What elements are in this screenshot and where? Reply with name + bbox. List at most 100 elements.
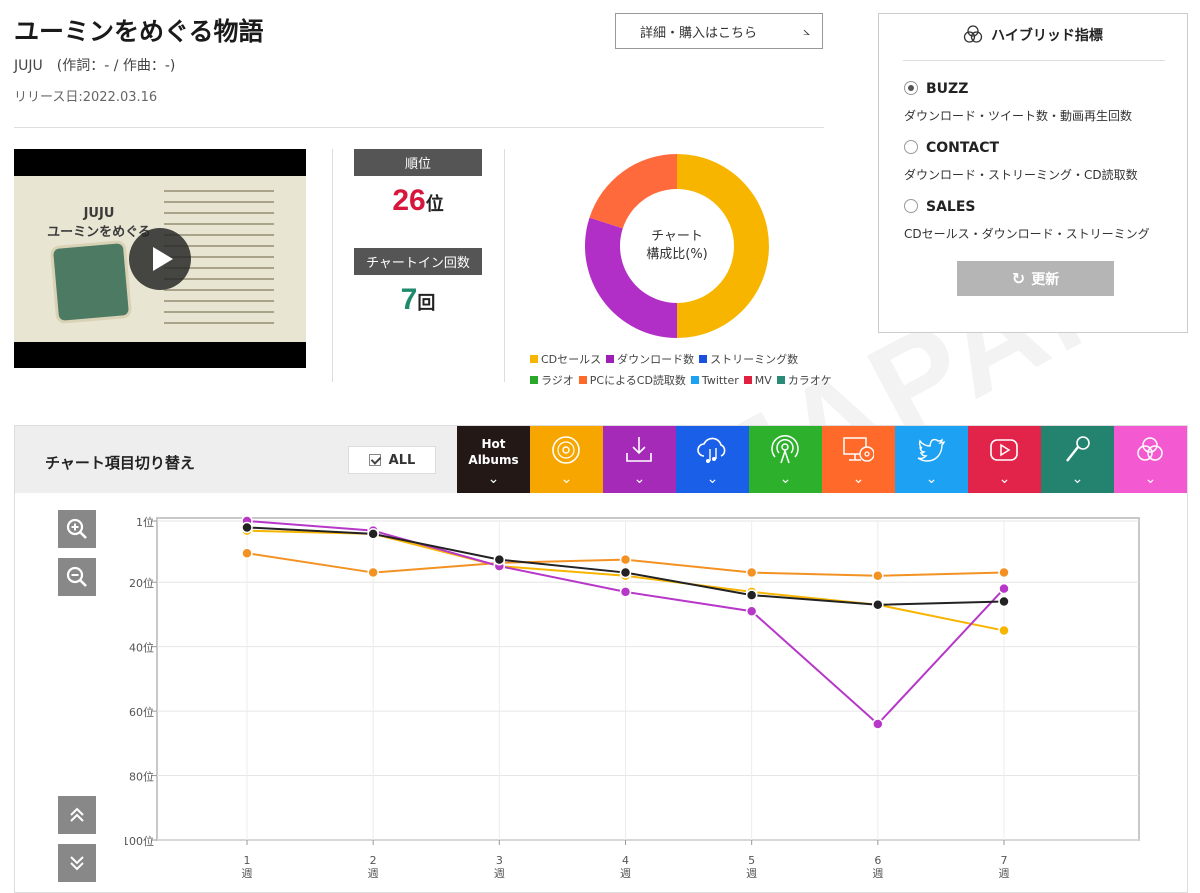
hybrid-title: ハイブリッド指標 [879, 25, 1187, 45]
data-point-3[interactable] [367, 528, 379, 540]
legend-swatch [743, 376, 752, 384]
x-tick-label: 週 [494, 867, 505, 880]
data-point-0[interactable] [998, 624, 1010, 637]
cd-icon [552, 436, 580, 464]
zoom-out-button[interactable] [58, 558, 96, 596]
data-point-3[interactable] [745, 589, 758, 601]
tab-karaoke[interactable]: ⌄ [1041, 426, 1114, 493]
legend-swatch [699, 355, 708, 363]
buy-details-label: 詳細・購入はこちら [640, 25, 758, 41]
data-point-2[interactable] [745, 605, 758, 617]
data-point-3[interactable] [241, 521, 253, 534]
mic-icon [1066, 436, 1090, 462]
refresh-button[interactable]: ↻ 更新 [957, 261, 1114, 296]
x-tick-label: 5 [748, 854, 755, 867]
x-tick-label: 6 [874, 854, 881, 867]
legend-label: ダウンロード数 [617, 353, 695, 366]
data-point-1[interactable] [619, 553, 632, 566]
tab-download[interactable]: ⌄ [603, 426, 676, 493]
tab-cd-sales[interactable]: ⌄ [530, 426, 603, 493]
rank-line-chart: 1位20位40位60位80位100位1週2週3週4週5週6週7週 [125, 515, 1140, 880]
chevron-down-icon: ⌄ [1144, 471, 1157, 487]
legend-label: CDセールス [541, 353, 602, 366]
legend-item: ストリーミング数 [699, 349, 798, 370]
buy-details-button[interactable]: 詳細・購入はこちら ⦣ [615, 13, 823, 49]
tab-hybrid[interactable]: ⌄ [1114, 426, 1187, 493]
artist-credit: JUJU (作詞：- / 作曲：-) [14, 58, 176, 74]
all-toggle[interactable]: ALL [348, 446, 436, 474]
data-point-1[interactable] [998, 566, 1010, 579]
radio-buzz[interactable] [904, 81, 918, 95]
tab-label: Hot Albums [468, 437, 519, 467]
data-point-2[interactable] [998, 582, 1010, 595]
chevron-down-icon: ⌄ [560, 471, 573, 487]
data-point-3[interactable] [998, 595, 1010, 608]
chartin-unit: 回 [417, 293, 436, 314]
legend-label: PCによるCD読取数 [589, 374, 686, 387]
rank-label: 順位 [354, 149, 482, 176]
scroll-up-button[interactable] [58, 796, 96, 834]
legend-swatch [530, 355, 538, 363]
legend-swatch [776, 376, 785, 384]
legend-swatch [578, 376, 587, 384]
checkbox-icon [368, 454, 381, 466]
zoom-out-icon [66, 566, 87, 587]
pc-cd-icon [843, 437, 874, 462]
divider [504, 149, 505, 382]
refresh-label: 更新 [1031, 271, 1060, 288]
legend-item: MV [743, 370, 772, 391]
tab-twitter[interactable]: ⌄ [895, 426, 968, 493]
play-icon [990, 439, 1018, 461]
donut-legend: CDセールス ダウンロード数 ストリーミング数ラジオ PCによるCD読取数 Twitte… [530, 349, 850, 391]
data-point-1[interactable] [367, 566, 379, 579]
legend-item: PCによるCD読取数 [578, 370, 686, 391]
legend-label: ストリーミング数 [710, 353, 799, 366]
data-point-2[interactable] [619, 586, 632, 598]
x-tick-label: 1 [244, 854, 251, 867]
tab-radio[interactable]: ⌄ [749, 426, 822, 493]
tab-mv[interactable]: ⌄ [968, 426, 1041, 493]
play-button-icon[interactable] [129, 228, 191, 290]
option-sales[interactable]: SALES CDセールス・ダウンロード・ストリーミング [904, 196, 1150, 242]
tab-pc-cd-read[interactable]: ⌄ [822, 426, 895, 493]
radio-sales[interactable] [904, 199, 918, 213]
release-date: リリース日:2022.03.16 [14, 90, 158, 105]
rank-value: 26位 [354, 184, 482, 218]
data-point-1[interactable] [872, 570, 884, 582]
chevron-down-icon: ⌄ [852, 471, 865, 487]
chart-switch-label: チャート項目切り替え [45, 454, 195, 472]
donut-slice-2 [589, 154, 677, 229]
video-player[interactable]: JUJU ユーミンをめぐる物語 [14, 149, 306, 368]
data-point-1[interactable] [745, 566, 758, 579]
legend-swatch [606, 355, 615, 363]
data-point-2[interactable] [872, 718, 884, 730]
option-contact[interactable]: CONTACT ダウンロード・ストリーミング・CD読取数 [904, 137, 1138, 183]
hybrid-index-panel: ハイブリッド指標 BUZZ ダウンロード・ツイート数・動画再生回数 CONTAC… [878, 13, 1188, 333]
album-jacket-image [52, 243, 130, 321]
scroll-down-button[interactable] [58, 844, 96, 882]
divider [14, 127, 824, 128]
legend-label: カラオケ [787, 374, 832, 387]
option-buzz-label: BUZZ [926, 81, 969, 97]
zoom-in-button[interactable] [58, 510, 96, 548]
legend-item: Twitter [690, 370, 739, 391]
chartin-label: チャートイン回数 [354, 248, 482, 275]
radio-contact[interactable] [904, 140, 918, 154]
double-chevron-up-icon [70, 807, 84, 822]
tab-hot-albums[interactable]: Hot Albums ⌄ [457, 426, 530, 493]
y-tick-label: 100位 [125, 834, 154, 848]
tab-streaming[interactable]: ⌄ [676, 426, 749, 493]
option-buzz[interactable]: BUZZ ダウンロード・ツイート数・動画再生回数 [904, 78, 1132, 124]
x-tick-label: 3 [496, 854, 503, 867]
plot-frame [156, 517, 1140, 841]
x-tick-label: 週 [620, 867, 631, 880]
data-point-3[interactable] [493, 553, 506, 566]
all-label: ALL [388, 452, 416, 468]
chart-panel: チャート項目切り替え ALL Hot Albums ⌄ ⌄ ⌄ ⌄ ⌄ ⌄ ⌄ ⌄ ⌄ ⌄ [14, 425, 1188, 893]
data-point-1[interactable] [241, 547, 253, 559]
data-point-3[interactable] [872, 599, 884, 611]
rank-unit: 位 [425, 194, 444, 215]
legend-item: ダウンロード数 [606, 349, 694, 370]
data-point-3[interactable] [619, 566, 632, 579]
legend-label: ラジオ [541, 374, 574, 387]
